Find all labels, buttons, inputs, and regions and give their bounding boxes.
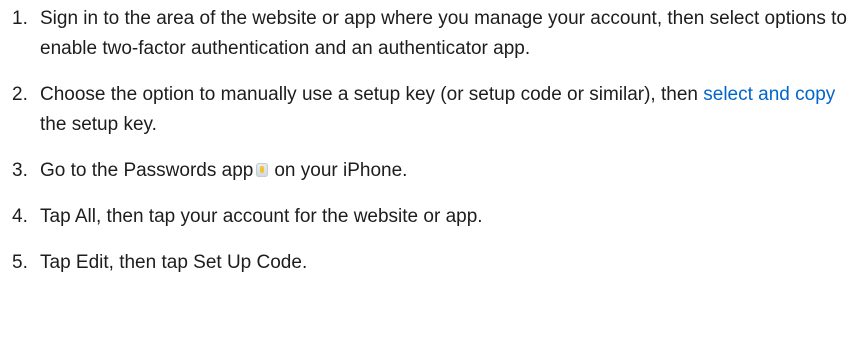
select-and-copy-link[interactable]: select and copy — [703, 84, 835, 105]
step-3: 3. Go to the Passwords app on your iPhone… — [0, 156, 855, 186]
step-text: on your iPhone. — [274, 160, 408, 181]
step-text: Tap All, then tap your account for the w… — [40, 206, 483, 227]
step-2: 2. Choose the option to manually use a s… — [0, 80, 855, 140]
step-number: 1. — [12, 8, 28, 29]
step-1: 1. Sign in to the area of the website or… — [0, 4, 855, 64]
step-5: 5. Tap Edit, then tap Set Up Code. — [0, 248, 855, 278]
passwords-app-icon — [256, 163, 269, 177]
step-number: 2. — [12, 84, 28, 105]
step-text: Tap Edit, then tap Set Up Code. — [40, 252, 308, 273]
step-text: the setup key. — [40, 114, 157, 135]
step-number: 4. — [12, 206, 28, 227]
step-number: 5. — [12, 252, 28, 273]
step-text: Go to the Passwords app — [40, 160, 254, 181]
step-text: Sign in to the area of the website or ap… — [40, 8, 847, 59]
step-text: Choose the option to manually use a setu… — [40, 84, 698, 105]
step-4: 4. Tap All, then tap your account for th… — [0, 202, 855, 232]
step-number: 3. — [12, 160, 28, 181]
instruction-list: 1. Sign in to the area of the website or… — [0, 4, 855, 278]
